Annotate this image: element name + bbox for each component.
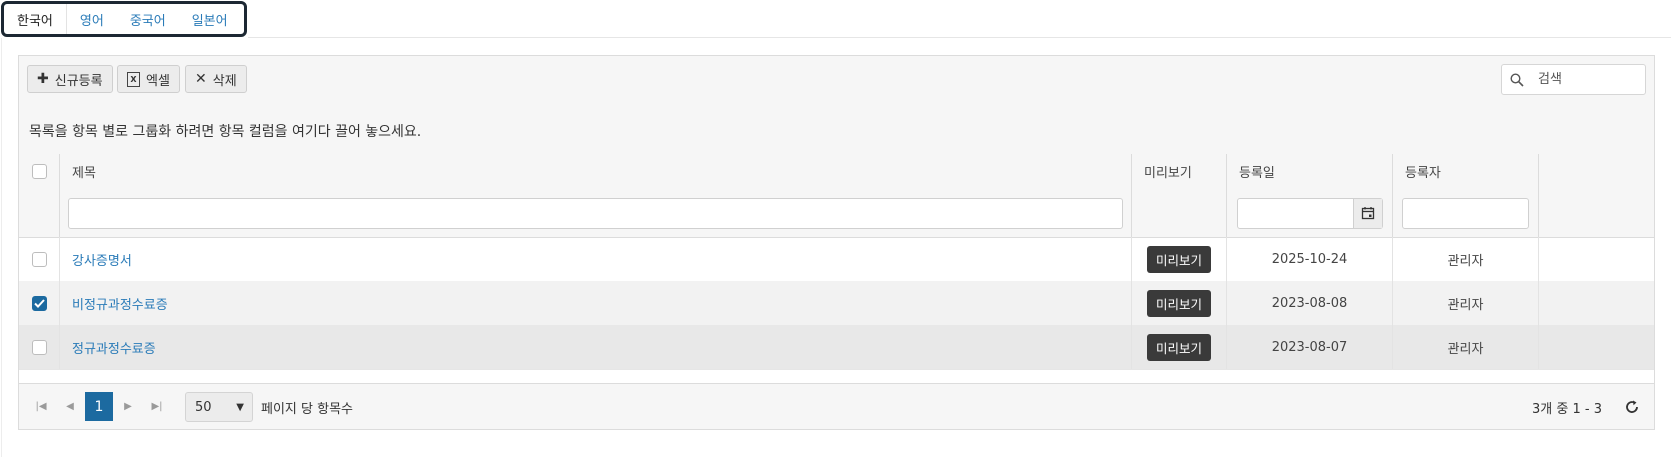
page-size-value: 50 (195, 399, 212, 415)
page-size-label: 페이지 당 항목수 (261, 401, 353, 417)
new-button-label: 신규등록 (54, 73, 103, 89)
author-value: 관리자 (1447, 341, 1484, 357)
filter-row (19, 189, 1654, 238)
table-row[interactable]: 비정규과정수료증 미리보기 2023-08-08 관리자 (19, 281, 1654, 326)
last-page-icon: ▶| (151, 401, 163, 412)
row-checkbox[interactable] (31, 295, 47, 311)
filter-preview-cell (1132, 189, 1227, 237)
preview-cell: 미리보기 (1132, 325, 1227, 369)
tabs-divider (248, 37, 1671, 38)
tab-japanese[interactable]: 일본어 (179, 4, 241, 34)
search-input[interactable] (1536, 71, 1635, 88)
row-select-cell (19, 237, 60, 281)
prev-page-icon: ◀ (66, 401, 74, 412)
group-drop-area[interactable]: 목록을 항목 별로 그룹화 하려면 항목 컬럼을 여기다 끌어 놓으세요. (19, 107, 1654, 155)
excel-file-icon: X (127, 71, 140, 87)
checkmark-icon (33, 298, 45, 308)
table-row[interactable]: 정규과정수료증 미리보기 2023-08-07 관리자 (19, 325, 1654, 370)
author-cell: 관리자 (1393, 281, 1539, 325)
grid-toolbar: ✚ 신규등록 X 엑셀 ✕ 삭제 (19, 56, 1654, 108)
page-number-button[interactable]: 1 (85, 392, 113, 421)
preview-cell: 미리보기 (1132, 281, 1227, 325)
excel-button-label: 엑셀 (146, 73, 170, 89)
refresh-icon[interactable] (1624, 399, 1640, 415)
plus-icon: ✚ (37, 71, 49, 87)
first-page-button[interactable]: |◀ (27, 392, 55, 421)
filter-select-cell (19, 189, 60, 237)
author-value: 관리자 (1447, 253, 1484, 269)
tab-english[interactable]: 영어 (67, 4, 117, 34)
tab-korean[interactable]: 한국어 (4, 4, 67, 34)
title-link[interactable]: 강사증명서 (60, 250, 132, 269)
delete-button[interactable]: ✕ 삭제 (185, 65, 247, 93)
date-cell: 2023-08-08 (1227, 281, 1393, 325)
title-filter-input[interactable] (68, 197, 1123, 229)
date-cell: 2025-10-24 (1227, 237, 1393, 281)
close-icon: ✕ (195, 71, 207, 87)
calendar-icon (1361, 207, 1375, 220)
row-checkbox[interactable] (31, 339, 47, 355)
title-cell: 정규과정수료증 (60, 325, 1132, 369)
last-page-button[interactable]: ▶| (143, 392, 171, 421)
group-hint-text: 목록을 항목 별로 그룹화 하려면 항목 컬럼을 여기다 끌어 놓으세요. (29, 123, 422, 140)
language-tabs: 한국어 영어 중국어 일본어 (1, 1, 247, 37)
preview-button[interactable]: 미리보기 (1146, 289, 1211, 317)
row-select-cell (19, 325, 60, 369)
new-button[interactable]: ✚ 신규등록 (27, 65, 113, 93)
pager-info: 3개 중 1 - 3 (1532, 401, 1602, 417)
author-value: 관리자 (1447, 297, 1484, 313)
grid-header: 제목 미리보기 등록일 등록자 (19, 154, 1654, 190)
select-all-checkbox[interactable] (31, 164, 47, 179)
search-box (1501, 64, 1646, 95)
prev-page-button[interactable]: ◀ (56, 392, 84, 421)
column-header-title[interactable]: 제목 (60, 154, 1132, 189)
next-page-icon: ▶ (124, 401, 132, 412)
title-link[interactable]: 정규과정수료증 (60, 338, 156, 357)
pager: |◀ ◀ 1 ▶ ▶| 50 ▼ 페이지 당 항목수 3개 중 1 - 3 (19, 383, 1654, 429)
author-cell: 관리자 (1393, 237, 1539, 281)
column-header-preview[interactable]: 미리보기 (1132, 154, 1227, 189)
document-grid: ✚ 신규등록 X 엑셀 ✕ 삭제 목록을 항목 별로 그룹화 하려면 항목 컬럼… (18, 55, 1655, 430)
preview-cell: 미리보기 (1132, 237, 1227, 281)
search-icon (1510, 72, 1524, 87)
preview-button[interactable]: 미리보기 (1146, 245, 1211, 273)
title-cell: 강사증명서 (60, 237, 1132, 281)
excel-button[interactable]: X 엑셀 (117, 65, 180, 93)
title-cell: 비정규과정수료증 (60, 281, 1132, 325)
date-value: 2023-08-08 (1271, 295, 1348, 311)
date-filter-input[interactable] (1237, 197, 1383, 229)
column-header-date[interactable]: 등록일 (1227, 154, 1393, 189)
date-value: 2023-08-07 (1271, 339, 1348, 355)
preview-button[interactable]: 미리보기 (1146, 333, 1211, 361)
date-value: 2025-10-24 (1271, 251, 1348, 267)
next-page-button[interactable]: ▶ (114, 392, 142, 421)
tab-chinese[interactable]: 중국어 (117, 4, 179, 34)
title-link[interactable]: 비정규과정수료증 (60, 294, 168, 313)
panel-left-border (1, 38, 2, 457)
first-page-icon: |◀ (35, 401, 47, 412)
date-picker-button[interactable] (1353, 198, 1382, 228)
page-size-select[interactable]: 50 ▼ (185, 392, 253, 422)
author-cell: 관리자 (1393, 325, 1539, 369)
chevron-down-icon: ▼ (236, 401, 244, 413)
author-filter-input[interactable] (1402, 197, 1529, 229)
date-cell: 2023-08-07 (1227, 325, 1393, 369)
filter-title-cell (60, 189, 1132, 237)
filter-author-cell (1393, 189, 1539, 237)
row-checkbox[interactable] (31, 251, 47, 267)
filter-date-cell (1227, 189, 1393, 237)
header-select-cell (19, 154, 60, 189)
row-select-cell (19, 281, 60, 325)
column-header-author[interactable]: 등록자 (1393, 154, 1539, 189)
table-row[interactable]: 강사증명서 미리보기 2025-10-24 관리자 (19, 237, 1654, 282)
delete-button-label: 삭제 (212, 73, 237, 89)
